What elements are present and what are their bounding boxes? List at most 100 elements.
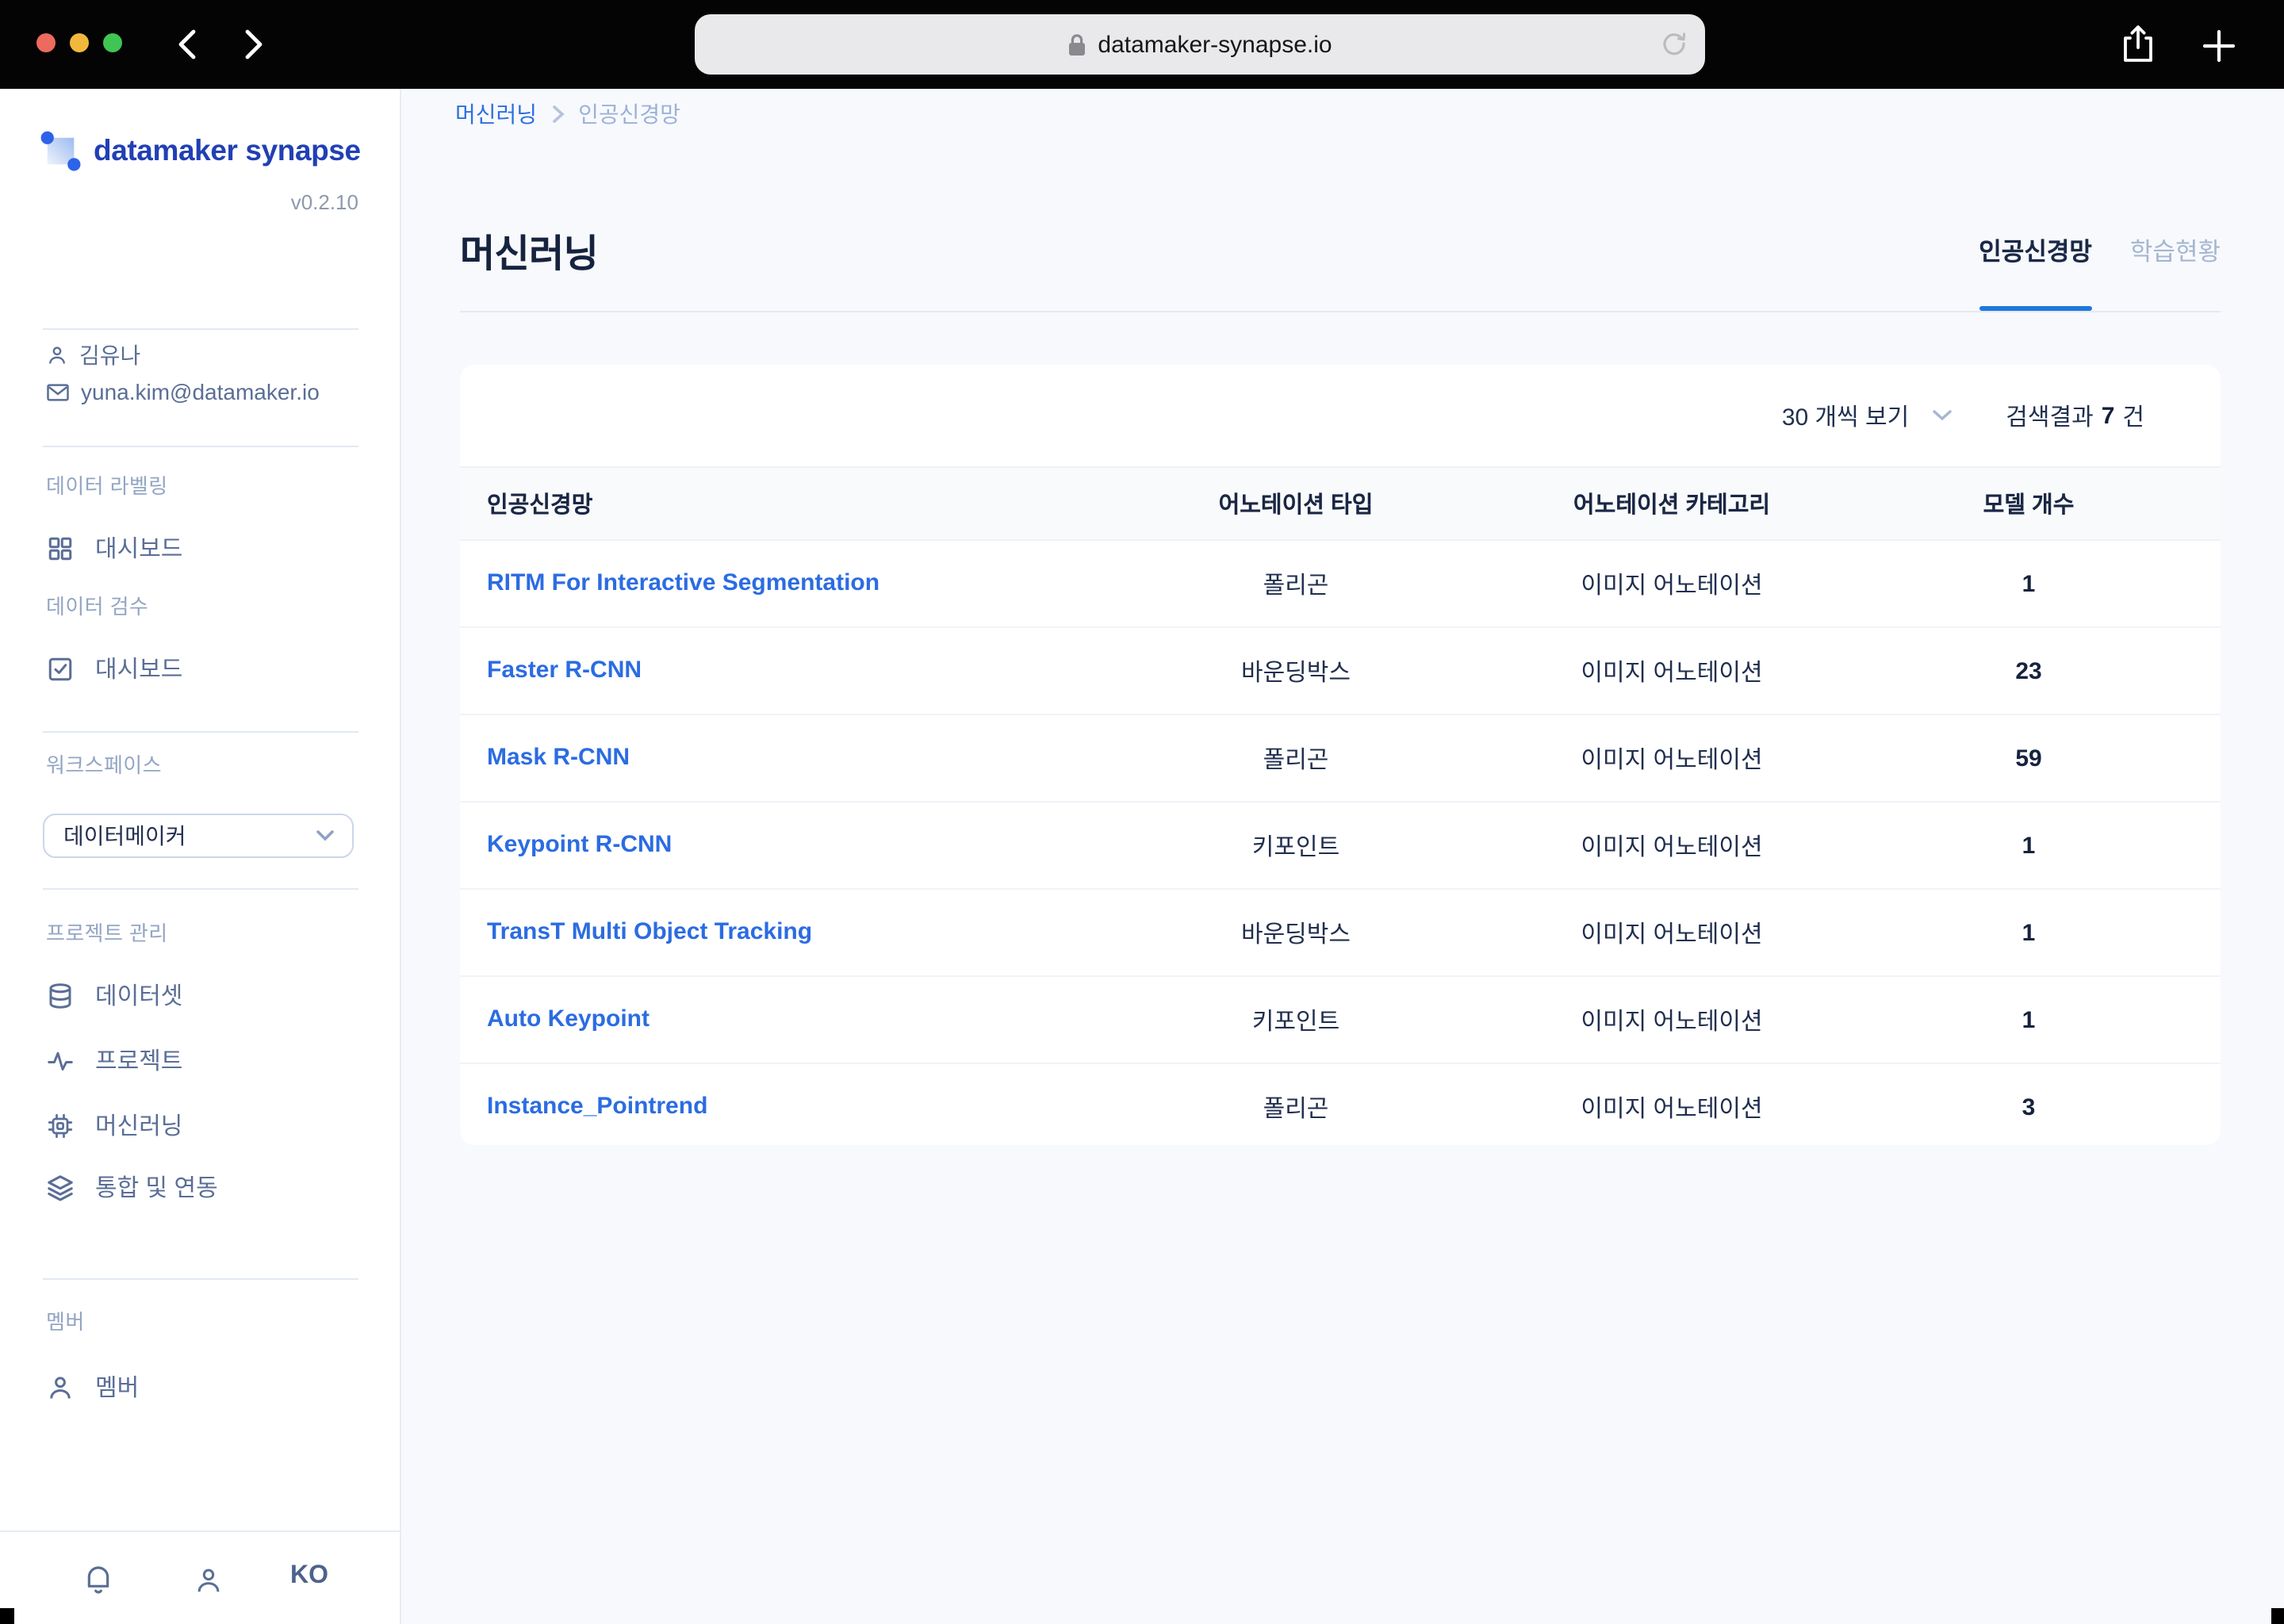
notifications-button[interactable] [78, 1559, 119, 1600]
column-header-annotation-type: 어노테이션 타입 [1218, 493, 1374, 519]
screen: datamaker-synapse.io datamaker synapse v… [0, 0, 2284, 1624]
model-link-text[interactable]: Keypoint R-CNN [487, 831, 672, 858]
model-link[interactable]: Mask R-CNN [460, 744, 1158, 772]
screen-artifact [2271, 1608, 2284, 1624]
share-icon [2121, 24, 2159, 65]
sidebar-footer: KO [0, 1530, 401, 1624]
activity-icon [46, 1046, 75, 1074]
address-bar[interactable]: datamaker-synapse.io [695, 14, 1705, 75]
divider [43, 1278, 358, 1280]
breadcrumb-machine-learning[interactable]: 머신러닝 [455, 98, 537, 130]
close-window-button[interactable] [36, 33, 56, 52]
divider [43, 446, 358, 447]
page-size-value: 30 개씩 보기 [1781, 404, 1910, 431]
model-link[interactable]: Keypoint R-CNN [460, 831, 1158, 860]
new-tab-button[interactable] [2202, 29, 2236, 63]
person-icon [46, 1373, 75, 1401]
section-label-project-mgmt: 프로젝트 관리 [46, 921, 168, 945]
model-link-text[interactable]: Instance_Pointrend [487, 1093, 707, 1120]
model-list-card: 30 개씩 보기 검색결과 7 건 인공신경망 어노테이션 타입 어노테이션 카… [460, 365, 2221, 1145]
browser-forward-button[interactable] [235, 25, 273, 63]
mail-icon [46, 381, 70, 402]
browser-chrome: datamaker-synapse.io [0, 0, 2284, 89]
result-count-prefix: 검색결과 [2006, 404, 2094, 431]
sidebar-item-machine-learning[interactable]: 머신러닝 [0, 1109, 401, 1142]
brand-logo[interactable]: datamaker synapse [0, 130, 401, 171]
model-count-cell: 1 [2021, 1006, 2036, 1033]
column-header-neural-network: 인공신경망 [487, 493, 593, 519]
plus-icon [2202, 29, 2236, 63]
annotation-category-cell: 이미지 어노테이션 [1581, 572, 1763, 599]
model-count-cell: 23 [2015, 657, 2042, 684]
model-link-text[interactable]: Auto Keypoint [487, 1005, 650, 1032]
chevron-left-icon [178, 29, 197, 60]
chevron-right-icon [551, 105, 564, 124]
model-count-cell: 1 [2021, 832, 2036, 859]
zoom-window-button[interactable] [103, 33, 122, 52]
divider [460, 311, 2221, 312]
page-size-select[interactable]: 30 개씩 보기 [1782, 399, 1952, 432]
annotation-category-cell: 이미지 어노테이션 [1581, 1008, 1763, 1035]
workspace-select[interactable]: 데이터메이커 [43, 814, 354, 858]
screen-artifact [0, 1608, 14, 1624]
model-count-cell: 59 [2015, 745, 2042, 772]
url-text: datamaker-synapse.io [1098, 31, 1332, 58]
person-icon [193, 1565, 223, 1595]
annotation-type-cell: 키포인트 [1251, 833, 1340, 860]
person-icon [46, 344, 68, 366]
table-controls: 30 개씩 보기 검색결과 7 건 [460, 365, 2221, 466]
account-button[interactable] [187, 1559, 228, 1600]
model-link-text[interactable]: Mask R-CNN [487, 744, 630, 771]
sidebar-item-label: 통합 및 연동 [95, 1175, 218, 1202]
browser-back-button[interactable] [168, 25, 206, 63]
annotation-type-cell: 폴리곤 [1263, 572, 1329, 599]
sidebar-item-label: 대시보드 [95, 536, 183, 563]
model-link-text[interactable]: TransT Multi Object Tracking [487, 918, 812, 945]
model-count-cell: 3 [2021, 1094, 2036, 1120]
sidebar-item-labeling-dashboard[interactable]: 대시보드 [0, 531, 401, 565]
sidebar-item-project[interactable]: 프로젝트 [0, 1044, 401, 1077]
sidebar-item-member[interactable]: 멤버 [0, 1370, 401, 1404]
table-row: Mask R-CNN 폴리곤 이미지 어노테이션 59 [460, 715, 2221, 802]
model-link-text[interactable]: RITM For Interactive Segmentation [487, 569, 879, 596]
brand-name: datamaker synapse [94, 133, 361, 167]
breadcrumb-neural-network: 인공신경망 [578, 102, 680, 127]
minimize-window-button[interactable] [70, 33, 89, 52]
annotation-category-cell: 이미지 어노테이션 [1581, 921, 1763, 948]
model-link[interactable]: Faster R-CNN [460, 657, 1158, 685]
model-link[interactable]: Instance_Pointrend [460, 1093, 1158, 1121]
workspace-selected-value: 데이터메이커 [63, 823, 186, 848]
sidebar-item-label: 대시보드 [95, 657, 183, 684]
user-email-row: yuna.kim@datamaker.io [0, 379, 401, 404]
model-link[interactable]: RITM For Interactive Segmentation [460, 569, 1158, 598]
result-count: 검색결과 7 건 [2006, 399, 2144, 432]
breadcrumb: 머신러닝 인공신경망 [455, 98, 680, 130]
sidebar-item-integrations[interactable]: 통합 및 연동 [0, 1170, 401, 1204]
table-row: Keypoint R-CNN 키포인트 이미지 어노테이션 1 [460, 802, 2221, 890]
model-link-text[interactable]: Faster R-CNN [487, 657, 642, 684]
sidebar-item-review-dashboard[interactable]: 대시보드 [0, 652, 401, 685]
tab-neural-network[interactable]: 인공신경망 [1979, 233, 2093, 311]
chevron-right-icon [244, 29, 263, 60]
bell-icon [82, 1562, 114, 1597]
reload-icon[interactable] [1662, 30, 1686, 57]
sidebar-item-label: 멤버 [95, 1375, 140, 1402]
sidebar: datamaker synapse v0.2.10 김유나 yuna.kim@d… [0, 89, 401, 1624]
annotation-type-cell: 폴리곤 [1263, 746, 1329, 773]
column-header-annotation-category: 어노테이션 카테고리 [1573, 493, 1771, 519]
divider [43, 731, 358, 733]
model-link[interactable]: Auto Keypoint [460, 1005, 1158, 1034]
brand-logo-icon [40, 130, 81, 171]
annotation-type-cell: 바운딩박스 [1240, 921, 1351, 948]
share-button[interactable] [2121, 24, 2159, 65]
section-label-member: 멤버 [46, 1310, 85, 1334]
divider [43, 888, 358, 890]
language-toggle[interactable]: KO [290, 1562, 328, 1591]
sidebar-item-dataset[interactable]: 데이터셋 [0, 979, 401, 1012]
annotation-type-cell: 키포인트 [1251, 1008, 1340, 1035]
annotation-category-cell: 이미지 어노테이션 [1581, 659, 1763, 686]
section-label-workspace: 워크스페이스 [46, 753, 162, 777]
tab-training-status[interactable]: 학습현황 [2130, 233, 2221, 278]
model-link[interactable]: TransT Multi Object Tracking [460, 918, 1158, 947]
chip-icon [46, 1111, 75, 1139]
